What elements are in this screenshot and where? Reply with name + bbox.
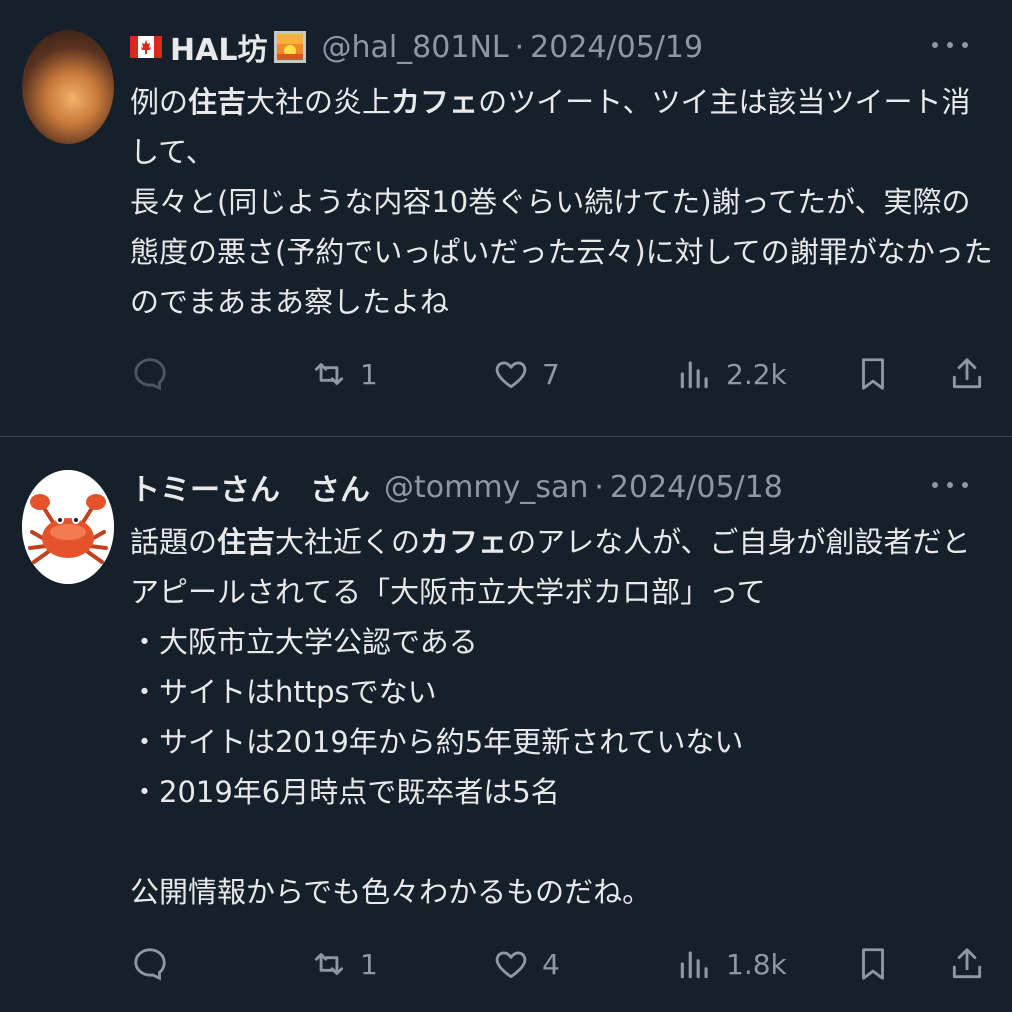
tweet-text-line: アピールされてる「大阪市立大学ボカロ部」って	[130, 567, 992, 617]
canada-flag-icon	[130, 36, 162, 58]
tweet-text-line: 公開情報からでも色々わかるものだね。	[130, 867, 992, 917]
more-options-icon[interactable]	[932, 473, 968, 497]
heart-icon	[495, 951, 527, 979]
text-run: ・サイトはhttpsでない	[130, 675, 437, 709]
bookmark-button[interactable]	[854, 349, 892, 399]
views-chart-icon	[680, 361, 708, 389]
views-button[interactable]: 2.2k	[676, 349, 787, 399]
tweet-text: 例の住吉大社の炎上カフェのツイート、ツイ主は該当ツイート消して、長々と(同じよう…	[130, 77, 993, 327]
highlighted-keyword: 住吉	[188, 85, 247, 119]
display-name[interactable]: トミーさん さん	[130, 465, 370, 509]
share-icon	[952, 358, 982, 389]
retweet-icon	[314, 953, 344, 975]
reply-icon	[134, 358, 166, 391]
share-icon	[952, 948, 982, 979]
tweet-text-line: ・サイトは2019年から約5年更新されていない	[130, 717, 992, 767]
sunrise-emoji-icon	[274, 31, 307, 63]
tweet-text-line: ・2019年6月時点で既卒者は5名	[130, 767, 992, 817]
views-chart-icon	[680, 951, 708, 979]
tweet-text-line: して、	[130, 127, 992, 177]
text-run: ・2019年6月時点で既卒者は5名	[130, 775, 560, 809]
text-run: アピールされてる「大阪市立大学ボカロ部」って	[130, 575, 766, 609]
avatar[interactable]	[22, 470, 114, 584]
text-run: 態度の悪さ(予約でいっぱいだった云々)に対しての謝罪がなかった	[130, 235, 993, 269]
highlighted-keyword: カフェ	[391, 85, 479, 119]
tweet-text-line: 態度の悪さ(予約でいっぱいだった云々)に対しての謝罪がなかった	[130, 227, 993, 277]
like-button[interactable]: 4	[492, 939, 560, 989]
like-count: 4	[542, 947, 560, 981]
text-run: のアレな人が、ご自身が創設者だと	[507, 525, 971, 559]
avatar[interactable]	[22, 30, 114, 144]
text-run: 大社近くの	[275, 525, 421, 559]
crab-avatar-image	[22, 470, 114, 584]
tweet-header: HAL坊 @hal_801NL · 2024/05/19	[130, 25, 992, 69]
tweet-text-line: 長々と(同じような内容10巻ぐらい続けてた)謝ってたが、実際の	[130, 177, 992, 227]
text-run: 例の	[130, 85, 189, 119]
reply-icon	[134, 948, 166, 981]
tweet-date[interactable]: 2024/05/18	[610, 470, 783, 505]
text-run: して、	[130, 135, 215, 169]
retweet-count: 1	[360, 357, 378, 391]
separator-dot: ·	[594, 469, 604, 505]
reply-button[interactable]	[131, 349, 181, 399]
separator-dot: ·	[514, 29, 525, 65]
like-count: 7	[542, 357, 560, 391]
tweet-text-line: 例の住吉大社の炎上カフェのツイート、ツイ主は該当ツイート消	[130, 77, 992, 127]
bookmark-button[interactable]	[854, 939, 892, 989]
display-name[interactable]: HAL坊	[170, 25, 267, 69]
tweet[interactable]: HAL坊 @hal_801NL · 2024/05/19 例の住吉大社の炎上カフ…	[0, 0, 1012, 437]
retweet-icon	[314, 363, 344, 385]
text-run: 話題の	[130, 525, 218, 559]
tweet-header: トミーさん さん @tommy_san · 2024/05/18	[130, 465, 992, 509]
reply-button[interactable]	[131, 939, 181, 989]
view-count: 1.8k	[726, 947, 787, 981]
more-options-icon[interactable]	[932, 33, 968, 57]
views-button[interactable]: 1.8k	[676, 939, 787, 989]
text-run: 大社の炎上	[246, 85, 392, 119]
tweet-date[interactable]: 2024/05/19	[530, 30, 703, 65]
tweet-text-line: 話題の住吉大社近くのカフェのアレな人が、ご自身が創設者だと	[130, 517, 992, 567]
text-run: 長々と(同じような内容10巻ぐらい続けてた)謝ってたが、実際の	[130, 185, 971, 219]
tweet-actions: 1 4 1.8k	[0, 939, 1012, 989]
tweet[interactable]: トミーさん さん @tommy_san · 2024/05/18 話題の住吉大社…	[0, 437, 1012, 1012]
heart-icon	[495, 361, 527, 389]
share-button[interactable]	[948, 349, 986, 399]
retweet-button[interactable]: 1	[310, 939, 378, 989]
tweet-text-line: のでまあまあ察したよね	[130, 277, 992, 327]
tweet-actions: 1 7 2.2k	[0, 349, 1012, 399]
retweet-button[interactable]: 1	[310, 349, 378, 399]
highlighted-keyword: 住吉	[217, 525, 276, 559]
text-run: ・サイトは2019年から約5年更新されていない	[130, 725, 744, 759]
text-run: のツイート、ツイ主は該当ツイート消	[478, 85, 971, 119]
tweet-text: 話題の住吉大社近くのカフェのアレな人が、ご自身が創設者だとアピールされてる「大阪…	[130, 517, 992, 917]
user-handle[interactable]: @hal_801NL	[321, 30, 508, 65]
bookmark-icon	[862, 948, 884, 980]
bookmark-icon	[862, 358, 884, 390]
user-handle[interactable]: @tommy_san	[384, 470, 588, 505]
text-run: のでまあまあ察したよね	[130, 285, 450, 319]
share-button[interactable]	[948, 939, 986, 989]
retweet-count: 1	[360, 947, 378, 981]
like-button[interactable]: 7	[492, 349, 560, 399]
tweet-text-line: ・大阪市立大学公認である	[130, 617, 992, 667]
view-count: 2.2k	[726, 357, 787, 391]
highlighted-keyword: カフェ	[420, 525, 508, 559]
avatar-image	[22, 30, 114, 144]
text-run: 公開情報からでも色々わかるものだね。	[130, 875, 652, 909]
text-run: ・大阪市立大学公認である	[130, 625, 478, 659]
tweet-text-line: ・サイトはhttpsでない	[130, 667, 992, 717]
